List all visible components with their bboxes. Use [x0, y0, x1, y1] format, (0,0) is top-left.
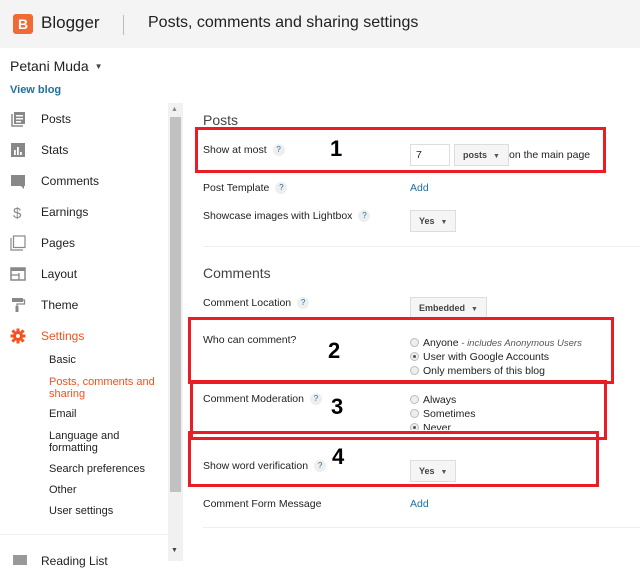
sidebar-item-label: Comments — [41, 174, 100, 188]
section-divider — [203, 527, 640, 528]
sidebar-item-label: Layout — [41, 267, 78, 281]
reading-list-icon — [13, 555, 27, 565]
sidebar-item-label: Stats — [41, 143, 69, 157]
scroll-up-arrow-icon[interactable]: ▲ — [171, 106, 178, 113]
section-title-comments: Comments — [203, 265, 271, 281]
paint-roller-icon — [12, 298, 26, 312]
lightbox-dropdown[interactable]: Yes ▼ — [410, 210, 457, 232]
label-text: Comment Location — [203, 297, 292, 309]
sidebar-item-label: Posts — [41, 112, 72, 126]
settings-sub-posts-comments-sharing[interactable]: Posts, comments and sharing — [49, 376, 164, 400]
caret-down-icon: ▼ — [94, 62, 103, 71]
dropdown-value: Yes — [419, 216, 435, 226]
comment-form-message-label: Comment Form Message — [203, 498, 322, 510]
caret-down-icon: ▼ — [471, 306, 478, 313]
blog-name: Petani Muda — [10, 58, 89, 74]
svg-text:$: $ — [13, 205, 22, 220]
settings-sub-basic[interactable]: Basic — [49, 354, 164, 366]
comment-form-message-add-link[interactable]: Add — [410, 498, 429, 510]
annotation-box-1 — [195, 127, 606, 173]
header-divider — [123, 15, 124, 35]
scroll-thumb[interactable] — [170, 117, 181, 492]
layout-icon — [10, 267, 26, 281]
sidebar-item-pages[interactable]: Pages — [0, 229, 168, 257]
sidebar-item-label: Earnings — [41, 205, 89, 219]
post-template-label: Post Template? — [203, 182, 288, 194]
stats-icon — [11, 143, 25, 157]
sidebar-item-posts[interactable]: Posts — [0, 105, 168, 133]
sidebar-item-label: Settings — [41, 329, 85, 343]
sidebar-item-label: Theme — [41, 298, 79, 312]
caret-down-icon: ▼ — [440, 219, 448, 226]
annotation-number-1: 1 — [330, 136, 343, 161]
help-icon[interactable]: ? — [297, 297, 310, 309]
post-template-add-link[interactable]: Add — [410, 182, 429, 194]
settings-sub-user-settings[interactable]: User settings — [49, 505, 164, 517]
lightbox-label: Showcase images with Lightbox? — [203, 210, 371, 222]
label-text: Post Template — [203, 182, 270, 194]
dollar-icon: $ — [13, 205, 22, 220]
section-divider — [203, 246, 640, 247]
posts-icon — [11, 112, 25, 127]
comment-location-dropdown[interactable]: Embedded ▼ — [410, 297, 487, 319]
annotation-number-2: 2 — [328, 338, 341, 363]
blogger-logo-icon[interactable]: B — [13, 14, 33, 34]
sidebar-item-earnings[interactable]: $ Earnings — [0, 198, 168, 226]
sidebar-item-stats[interactable]: Stats — [0, 136, 168, 164]
blog-selector[interactable]: Petani Muda ▼ — [10, 58, 103, 74]
label-text: Showcase images with Lightbox — [203, 210, 353, 222]
settings-sub-search-preferences[interactable]: Search preferences — [49, 463, 164, 475]
sidebar-divider — [0, 534, 168, 535]
top-bar: B Blogger Posts, comments and sharing se… — [0, 0, 640, 48]
annotation-box-2 — [188, 317, 614, 384]
sidebar: Posts Stats Comments $ Earnings Pages La… — [0, 103, 168, 561]
section-title-posts: Posts — [203, 112, 239, 128]
scroll-down-arrow-icon[interactable]: ▼ — [171, 547, 178, 554]
sidebar-item-reading-list[interactable]: Reading List — [41, 554, 108, 568]
settings-sub-email[interactable]: Email — [49, 408, 164, 420]
sidebar-scrollbar[interactable]: ▲ ▼ — [168, 103, 183, 561]
page-title: Posts, comments and sharing settings — [148, 14, 419, 31]
help-icon[interactable]: ? — [358, 210, 371, 222]
comment-location-label: Comment Location? — [203, 297, 310, 309]
sidebar-item-layout[interactable]: Layout — [0, 260, 168, 288]
gear-icon — [10, 328, 26, 344]
sidebar-item-settings[interactable]: Settings — [0, 322, 168, 350]
sidebar-item-theme[interactable]: Theme — [0, 291, 168, 319]
annotation-number-3: 3 — [331, 394, 344, 419]
annotation-box-4 — [188, 431, 599, 487]
annotation-number-4: 4 — [332, 444, 345, 469]
comments-icon — [11, 175, 25, 189]
pages-icon — [10, 235, 26, 251]
help-icon[interactable]: ? — [275, 182, 288, 194]
brand-name[interactable]: Blogger — [41, 13, 100, 33]
dropdown-value: Embedded — [419, 303, 466, 313]
sidebar-item-label: Pages — [41, 236, 76, 250]
sidebar-item-comments[interactable]: Comments — [0, 167, 168, 195]
settings-sub-language[interactable]: Language and formatting — [49, 430, 164, 454]
settings-sub-other[interactable]: Other — [49, 484, 164, 496]
view-blog-link[interactable]: View blog — [10, 84, 61, 96]
